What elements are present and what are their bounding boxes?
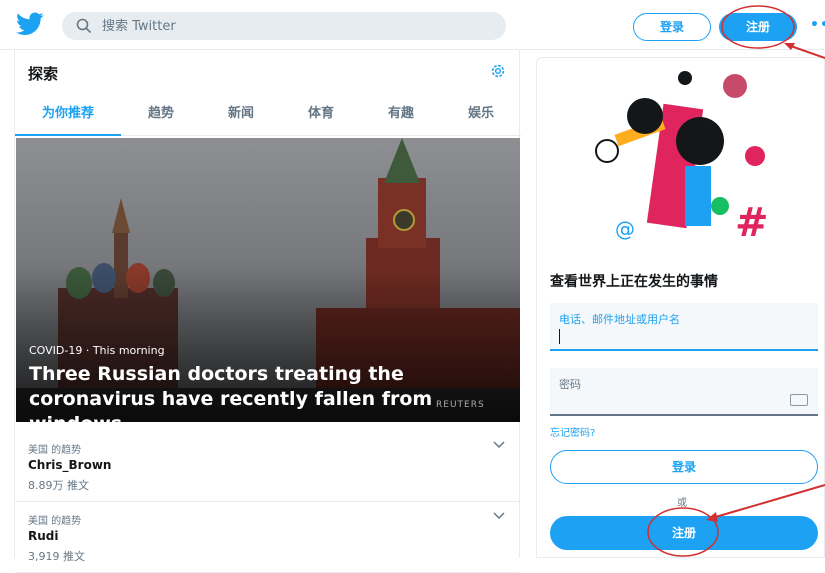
more-icon[interactable]: ••• — [810, 17, 825, 33]
illustration-collage: @ # — [595, 71, 769, 246]
gear-icon[interactable] — [489, 62, 507, 80]
chevron-down-icon[interactable] — [493, 440, 505, 450]
trend-name: Rudi — [28, 529, 59, 543]
tab-trending[interactable]: 趋势 — [121, 94, 201, 136]
explore-column: 探索 为你推荐 趋势 新闻 体育 有趣 娱乐 COVID-19 · This m… — [14, 50, 521, 573]
trend-count: 3,919 推文 — [28, 550, 85, 563]
trend-item[interactable]: 美国 的趋势 Chris_Brown 8.89万 推文 — [15, 432, 519, 502]
photo-credit: REUTERS — [436, 400, 485, 410]
trend-count: 8.89万 推文 — [28, 479, 89, 492]
keyboard-icon[interactable] — [790, 394, 808, 406]
explore-tabs: 为你推荐 趋势 新闻 体育 有趣 娱乐 — [15, 94, 521, 136]
trend-item[interactable]: 美国 的趋势 Rudi 3,919 推文 — [15, 503, 519, 573]
panel-login-button[interactable]: 登录 — [550, 450, 818, 484]
tab-for-you[interactable]: 为你推荐 — [15, 94, 121, 136]
text-caret — [559, 329, 560, 344]
password-label: 密码 — [559, 378, 581, 391]
svg-text:#: # — [735, 200, 769, 246]
login-button[interactable]: 登录 — [633, 13, 711, 41]
tab-entertainment[interactable]: 娱乐 — [441, 94, 521, 136]
tab-news[interactable]: 新闻 — [201, 94, 281, 136]
or-divider: 或 — [677, 498, 687, 509]
search-bar[interactable] — [62, 12, 506, 40]
signup-button[interactable]: 注册 — [719, 13, 797, 41]
signup-panel: @ # 查看世界上正在发生的事情 电话、邮件地址或用户名 密码 忘记密码? 登录… — [536, 57, 825, 558]
trend-context: 美国 的趋势 — [28, 516, 82, 527]
news-hero-card[interactable]: COVID-19 · This morning Three Russian do… — [16, 138, 520, 422]
username-field[interactable]: 电话、邮件地址或用户名 — [550, 303, 818, 351]
twitter-bird-icon[interactable] — [16, 12, 44, 36]
news-headline[interactable]: Three Russian doctors treating the coron… — [29, 362, 509, 422]
username-label: 电话、邮件地址或用户名 — [559, 313, 680, 326]
search-input[interactable] — [102, 12, 482, 40]
forgot-password-link[interactable]: 忘记密码? — [550, 424, 595, 439]
panel-signup-button[interactable]: 注册 — [550, 516, 818, 550]
tab-fun[interactable]: 有趣 — [361, 94, 441, 136]
svg-text:@: @ — [615, 217, 635, 241]
trend-name: Chris_Brown — [28, 458, 112, 472]
chevron-down-icon[interactable] — [493, 511, 505, 521]
search-icon — [76, 18, 92, 34]
trend-context: 美国 的趋势 — [28, 445, 82, 456]
password-field[interactable]: 密码 — [550, 368, 818, 416]
tab-sports[interactable]: 体育 — [281, 94, 361, 136]
news-meta: COVID-19 · This morning — [29, 344, 165, 357]
signup-headline: 查看世界上正在发生的事情 — [550, 274, 718, 290]
page-title: 探索 — [28, 65, 59, 83]
top-bar: 登录 注册 ••• — [0, 0, 825, 50]
